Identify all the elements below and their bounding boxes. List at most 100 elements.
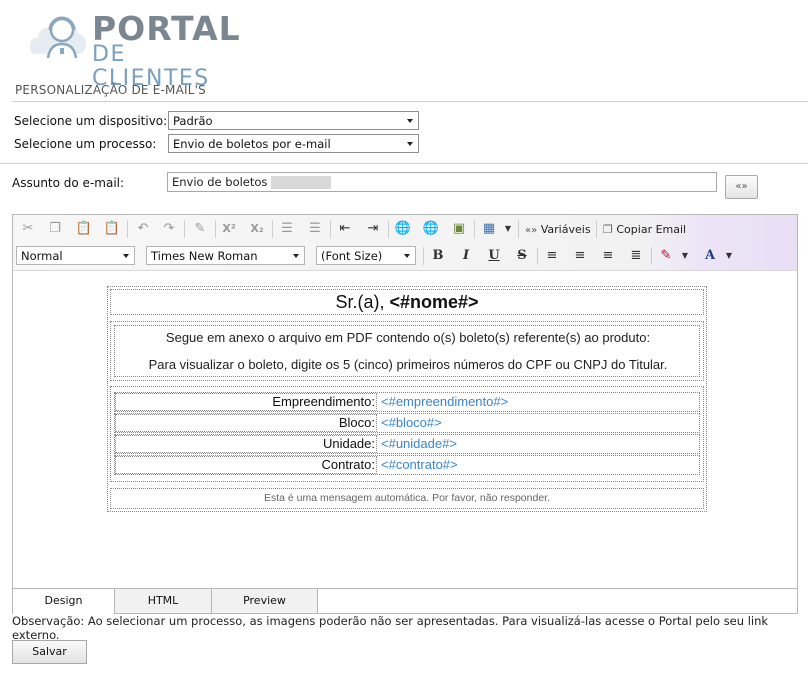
tab-preview[interactable]: Preview <box>212 589 318 614</box>
greeting-prefix: Sr.(a), <box>335 292 390 312</box>
outdent-icon[interactable]: ⇤ <box>336 220 354 238</box>
superscript-button[interactable]: X² <box>220 220 238 238</box>
toolbar-separator <box>215 220 216 238</box>
message-line-2: Para visualizar o boleto, digite os 5 (c… <box>148 357 668 372</box>
toolbar-separator <box>537 247 538 265</box>
subscript-button[interactable]: X₂ <box>248 220 266 238</box>
editor-tabs: Design HTML Preview <box>13 588 797 614</box>
bold-button[interactable]: B <box>429 247 447 265</box>
editor-content[interactable]: Sr.(a), <#nome#> Segue em anexo o arquiv… <box>13 271 797 588</box>
font-select-value: Times New Roman <box>151 249 258 263</box>
double-chevron-icon: «» <box>525 225 538 236</box>
highlight-color-icon[interactable]: ✎ <box>657 247 675 265</box>
undo-icon[interactable]: ↶ <box>134 220 152 238</box>
variables-table: Empreendimento: <#empreendimento#> Bloco… <box>110 386 704 482</box>
subject-input-value: Envio de boletos <box>172 175 268 189</box>
copy-email-label: Copiar Email <box>616 223 687 236</box>
footer-text: Esta é uma mensagem automática. Por favo… <box>264 492 550 504</box>
italic-button[interactable]: I <box>457 247 475 265</box>
footer-row: Esta é uma mensagem automática. Por favo… <box>110 488 704 509</box>
font-size-select[interactable]: (Font Size) <box>316 246 416 265</box>
document-copy-icon: ❐ <box>603 223 613 236</box>
row-value: <#bloco#> <box>381 415 442 430</box>
editor-toolbar: ✂ ❐ 📋 📋 ↶ ↷ ✎ X² X₂ ☰ ☰ ⇤ ⇥ 🌐 🌐 ▣ ▦ ▼ «»… <box>13 215 797 271</box>
insert-variable-button[interactable]: «» <box>725 175 758 199</box>
logo: PORTAL DE CLIENTES <box>30 8 240 91</box>
font-size-select-value: (Font Size) <box>321 249 383 263</box>
variables-button[interactable]: «» Variáveis <box>525 223 591 236</box>
process-select-value: Envio de boletos por e-mail <box>173 137 331 151</box>
copy-icon[interactable]: ❐ <box>46 220 64 238</box>
spellcheck-icon[interactable]: ✎ <box>191 220 209 238</box>
greeting-row: Sr.(a), <#nome#> <box>110 289 704 315</box>
font-select[interactable]: Times New Roman <box>146 246 305 265</box>
divider <box>12 101 808 102</box>
process-label: Selecione um processo: <box>14 137 157 151</box>
tab-design[interactable]: Design <box>13 589 115 614</box>
indent-icon[interactable]: ⇥ <box>364 220 382 238</box>
chevron-down-icon[interactable]: ▼ <box>680 247 690 265</box>
paste-word-icon[interactable]: 📋 <box>103 220 121 238</box>
strikethrough-button[interactable]: S <box>513 247 531 265</box>
format-select-value: Normal <box>21 249 63 263</box>
chevron-down-icon <box>293 254 299 258</box>
copy-email-button[interactable]: ❐ Copiar Email <box>603 223 686 236</box>
save-button[interactable]: Salvar <box>12 640 87 664</box>
table-row: Bloco: <#bloco#> <box>114 413 700 433</box>
toolbar-separator <box>184 220 185 238</box>
section-title: PERSONALIZAÇÃO DE E-MAIL'S <box>15 83 206 97</box>
toolbar-separator <box>330 220 331 238</box>
table-row: Empreendimento: <#empreendimento#> <box>114 392 700 412</box>
subject-input[interactable]: Envio de boletos <box>167 172 717 192</box>
table-row: Contrato: <#contrato#> <box>114 455 700 475</box>
toolbar-separator <box>518 220 519 238</box>
email-template: Sr.(a), <#nome#> Segue em anexo o arquiv… <box>107 286 707 512</box>
chevron-down-icon[interactable]: ▼ <box>503 220 513 238</box>
underline-button[interactable]: U <box>485 247 503 265</box>
align-right-icon[interactable]: ≡ <box>599 247 617 265</box>
row-label: Bloco: <box>338 415 375 430</box>
chevron-down-icon <box>123 254 129 258</box>
tabs-filler <box>318 589 797 614</box>
font-color-button[interactable]: A <box>701 247 719 265</box>
person-headset-icon <box>30 16 86 59</box>
rich-text-editor: ✂ ❐ 📋 📋 ↶ ↷ ✎ X² X₂ ☰ ☰ ⇤ ⇥ 🌐 🌐 ▣ ▦ ▼ «»… <box>12 214 798 614</box>
bulleted-list-icon[interactable]: ☰ <box>306 220 324 238</box>
variables-label: Variáveis <box>540 223 591 236</box>
paste-icon[interactable]: 📋 <box>75 220 93 238</box>
insert-image-icon[interactable]: ▣ <box>450 220 468 238</box>
tab-html[interactable]: HTML <box>115 589 212 614</box>
table-row: Unidade: <#unidade#> <box>114 434 700 454</box>
row-label: Empreendimento: <box>272 394 375 409</box>
row-label: Unidade: <box>322 436 375 451</box>
chevron-down-icon <box>404 254 410 258</box>
chevron-down-icon <box>407 119 413 123</box>
cut-icon[interactable]: ✂ <box>19 220 37 238</box>
redacted-block <box>271 176 332 189</box>
process-select[interactable]: Envio de boletos por e-mail <box>168 134 419 153</box>
row-label: Contrato: <box>321 457 375 472</box>
double-chevron-icon: «» <box>735 181 748 192</box>
device-label: Selecione um dispositivo: <box>14 114 168 128</box>
observation-note: Observação: Ao selecionar um processo, a… <box>12 614 769 642</box>
toolbar-separator <box>474 220 475 238</box>
align-left-icon[interactable]: ≡ <box>543 247 561 265</box>
device-select[interactable]: Padrão <box>168 111 419 130</box>
message-line-1: Segue em anexo o arquivo em PDF contendo… <box>165 330 651 345</box>
remove-link-icon[interactable]: 🌐 <box>422 220 440 238</box>
align-center-icon[interactable]: ≡ <box>571 247 589 265</box>
subject-label: Assunto do e-mail: <box>12 176 125 190</box>
row-value: <#contrato#> <box>381 457 458 472</box>
device-select-value: Padrão <box>173 114 213 128</box>
redo-icon[interactable]: ↷ <box>160 220 178 238</box>
chevron-down-icon[interactable]: ▼ <box>724 247 734 265</box>
align-justify-icon[interactable]: ≣ <box>627 247 645 265</box>
row-value: <#empreendimento#> <box>381 394 509 409</box>
toolbar-separator <box>596 220 597 238</box>
toolbar-separator <box>388 220 389 238</box>
insert-table-icon[interactable]: ▦ <box>480 220 498 238</box>
insert-link-icon[interactable]: 🌐 <box>394 220 412 238</box>
numbered-list-icon[interactable]: ☰ <box>278 220 296 238</box>
toolbar-separator <box>423 247 424 265</box>
format-select[interactable]: Normal <box>16 246 135 265</box>
